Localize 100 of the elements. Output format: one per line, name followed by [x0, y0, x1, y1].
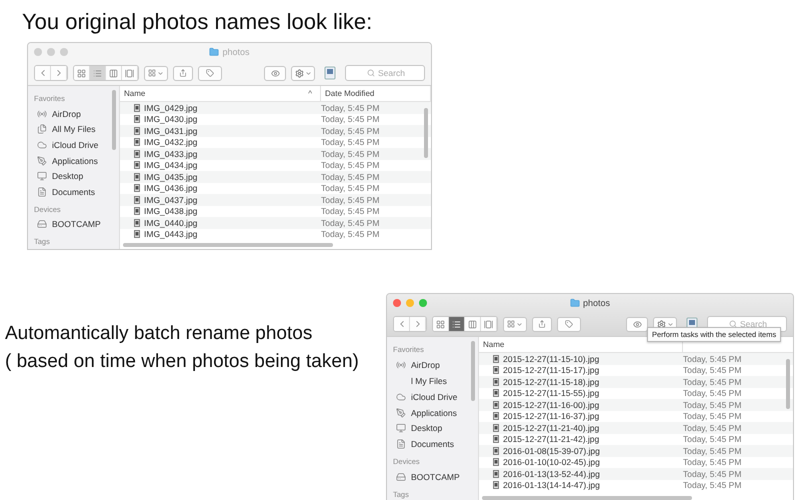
- date-modified: Today, 5:45 PM: [683, 364, 742, 376]
- files-icon: [37, 124, 47, 134]
- date-modified: Today, 5:45 PM: [321, 102, 380, 114]
- view-mode-button[interactable]: [481, 317, 497, 331]
- back-button[interactable]: [35, 66, 51, 80]
- caret-icon: [666, 320, 674, 328]
- date-modified: Today, 5:45 PM: [321, 125, 380, 136]
- view-mode-button[interactable]: [122, 66, 138, 80]
- file-name[interactable]: 2015-12-27(11-16-00).jpg: [503, 400, 600, 410]
- sidebar-item[interactable]: AirDrop: [393, 356, 478, 373]
- file-name[interactable]: IMG_0437.jpg: [144, 194, 198, 205]
- settings-button[interactable]: [291, 66, 315, 80]
- view-mode-button[interactable]: [449, 317, 465, 331]
- airdrop-icon: [37, 108, 47, 119]
- columns-icon: [468, 320, 477, 328]
- scrollbar[interactable]: [471, 341, 475, 401]
- back-button[interactable]: [394, 317, 410, 331]
- file-name[interactable]: 2015-12-27(11-15-55).jpg: [503, 388, 600, 398]
- quick-look-button[interactable]: [264, 66, 286, 80]
- search-field[interactable]: Search: [345, 65, 425, 81]
- caret-icon: [304, 70, 312, 76]
- date-modified: Today, 5:45 PM: [683, 480, 742, 491]
- file-name[interactable]: IMG_0429.jpg: [144, 102, 198, 113]
- file-name[interactable]: 2016-01-10(10-02-45).jpg: [503, 457, 600, 468]
- sidebar-item[interactable]: BOOTCAMP: [34, 216, 119, 232]
- quick-look-button[interactable]: [626, 316, 648, 332]
- scrollbar[interactable]: [123, 243, 333, 247]
- date-modified: Today, 5:45 PM: [683, 456, 742, 468]
- view-mode-button[interactable]: [90, 66, 106, 80]
- gallery-icon: [484, 320, 493, 328]
- file-name[interactable]: 2015-12-27(11-15-18).jpg: [503, 376, 600, 387]
- list-icon: [452, 320, 461, 328]
- share-button[interactable]: [532, 316, 552, 332]
- date-modified: Today, 5:45 PM: [321, 194, 380, 206]
- document-icon: [37, 187, 47, 197]
- sidebar-item[interactable]: Desktop: [34, 168, 119, 184]
- scrollbar[interactable]: [482, 496, 692, 500]
- column-header[interactable]: Date Modified: [321, 86, 431, 101]
- share-button[interactable]: [173, 66, 193, 80]
- tag-button[interactable]: [198, 66, 222, 80]
- file-name[interactable]: IMG_0434.jpg: [144, 160, 198, 170]
- arrange-button[interactable]: [503, 316, 527, 332]
- sidebar-item[interactable]: iCloud Drive: [393, 388, 478, 405]
- gallery-icon: [125, 68, 134, 78]
- date-modified: Today, 5:45 PM: [683, 353, 742, 364]
- tag-button[interactable]: [557, 316, 581, 332]
- caret-icon: [157, 70, 164, 76]
- file-name[interactable]: IMG_0440.jpg: [144, 218, 198, 228]
- sidebar-item[interactable]: Desktop: [393, 420, 478, 436]
- gear-icon: [656, 320, 666, 328]
- date-modified: Today, 5:45 PM: [683, 410, 742, 422]
- file-name[interactable]: IMG_0431.jpg: [144, 126, 198, 136]
- gear-icon: [294, 68, 304, 78]
- heading: You original photos names look like:: [21, 8, 374, 33]
- file-name[interactable]: IMG_0430.jpg: [144, 114, 198, 124]
- sidebar-item[interactable]: All My Files: [34, 121, 119, 138]
- file-name[interactable]: 2016-01-08(15-39-07).jpg: [503, 446, 600, 456]
- file-name[interactable]: 2015-12-27(11-15-10).jpg: [503, 354, 600, 364]
- file-name[interactable]: 2016-01-13(14-14-47).jpg: [503, 480, 600, 490]
- file-name[interactable]: IMG_0443.jpg: [144, 229, 198, 240]
- sidebar-item[interactable]: Documents: [34, 184, 119, 200]
- arrange-button[interactable]: [144, 66, 168, 80]
- icon-grid-icon: [436, 320, 445, 328]
- file-name[interactable]: IMG_0435.jpg: [144, 172, 198, 182]
- file-name[interactable]: 2016-01-13(13-52-44).jpg: [503, 468, 600, 479]
- column-header[interactable]: Name ^: [120, 86, 321, 101]
- file-name[interactable]: 2015-12-27(11-21-40).jpg: [503, 422, 600, 433]
- file-name[interactable]: IMG_0438.jpg: [144, 206, 198, 216]
- grid-icon: [148, 69, 156, 77]
- sidebar-item[interactable]: AirDrop: [34, 106, 119, 122]
- eye-icon: [632, 320, 642, 328]
- view-mode-button[interactable]: [433, 317, 449, 331]
- file-name[interactable]: 2015-12-27(11-21-42).jpg: [503, 434, 600, 444]
- share-icon: [179, 69, 187, 77]
- scrollbar[interactable]: [424, 108, 428, 158]
- date-modified: Today, 5:45 PM: [321, 148, 380, 160]
- sidebar-item[interactable]: Documents: [393, 436, 478, 452]
- sidebar-item[interactable]: BOOTCAMP: [393, 469, 478, 486]
- columns-icon: [109, 68, 118, 78]
- caption-text: ( based on time when photos being taken): [5, 351, 360, 373]
- eye-icon: [270, 68, 280, 78]
- search-icon: [367, 69, 375, 77]
- sidebar-item[interactable]: l My Files: [393, 372, 478, 389]
- sidebar-item[interactable]: Applications: [34, 152, 119, 168]
- icon-grid-icon: [77, 68, 86, 78]
- tag-icon: [565, 320, 573, 328]
- app-icon[interactable]: [324, 66, 336, 80]
- file-name[interactable]: IMG_0436.jpg: [144, 183, 198, 194]
- drive-icon: [396, 472, 406, 482]
- scrollbar[interactable]: [112, 90, 116, 150]
- file-name[interactable]: IMG_0432.jpg: [144, 137, 198, 148]
- sidebar-item[interactable]: iCloud Drive: [34, 137, 119, 153]
- cloud-icon: [396, 392, 406, 402]
- view-mode-button[interactable]: [74, 66, 90, 80]
- scrollbar[interactable]: [786, 359, 790, 409]
- sidebar-item[interactable]: Applications: [393, 404, 478, 420]
- file-name[interactable]: IMG_0433.jpg: [144, 148, 198, 159]
- file-name[interactable]: 2015-12-27(11-15-17).jpg: [503, 365, 600, 376]
- file-name[interactable]: 2015-12-27(11-16-37).jpg: [503, 411, 600, 422]
- list-icon: [93, 68, 102, 78]
